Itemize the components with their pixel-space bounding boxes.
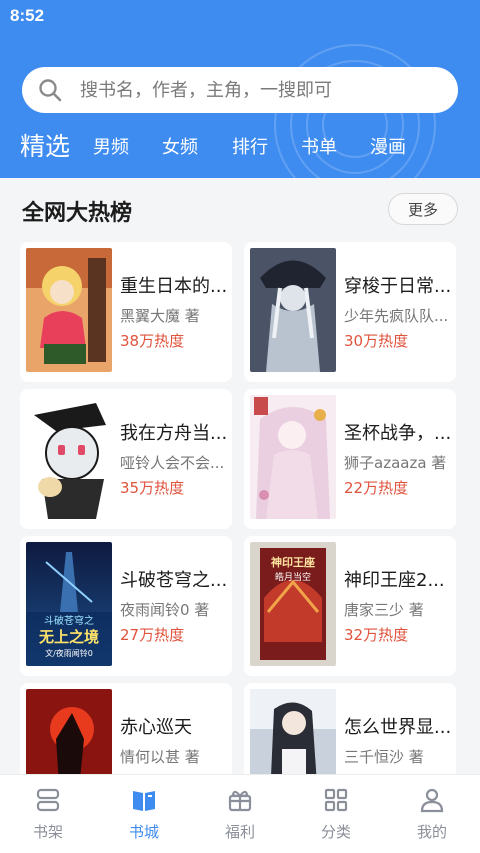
book-title: 斗破苍穹之... — [120, 570, 228, 591]
cover-text: 文/夜雨闻铃0 — [45, 648, 93, 658]
nav-bookshelf[interactable]: 书架 — [0, 775, 96, 853]
more-button[interactable]: 更多 — [388, 193, 458, 225]
book-heat: 22万热度 — [344, 479, 409, 497]
tab-ranking[interactable]: 排行 — [232, 133, 268, 159]
category-tabs: 精选 男频 女频 排行 书单 漫画 — [0, 125, 480, 169]
tab-comics[interactable]: 漫画 — [370, 133, 406, 159]
book-author: 哑铃人会不会... — [120, 454, 225, 472]
cover-text: 皓月当空 — [275, 571, 311, 583]
grid-icon — [324, 788, 348, 812]
book-cover — [250, 248, 336, 372]
book-cover — [26, 248, 112, 372]
book-title: 重生日本的... — [120, 276, 228, 297]
book-card[interactable]: 我在方舟当... 哑铃人会不会... 35万热度 — [20, 389, 232, 529]
book-card[interactable]: 斗破苍穹之 无上之境 文/夜雨闻铃0 斗破苍穹之... 夜雨闻铃0 著 27万热… — [20, 536, 232, 676]
book-author: 三千恒沙 著 — [344, 748, 424, 766]
book-cover — [26, 395, 112, 519]
bookshelf-icon — [36, 788, 60, 812]
book-title: 圣杯战争，... — [344, 423, 452, 444]
book-cover — [250, 395, 336, 519]
nav-bookstore[interactable]: 书城 — [96, 775, 192, 853]
book-card[interactable]: 神印王座 皓月当空 神印王座2... 唐家三少 著 32万热度 — [244, 536, 456, 676]
tab-female[interactable]: 女频 — [162, 133, 198, 159]
search-bar[interactable] — [22, 67, 458, 113]
search-icon — [39, 79, 62, 102]
book-heat: 32万热度 — [344, 626, 409, 644]
book-heat: 27万热度 — [120, 626, 185, 644]
book-heat: 38万热度 — [120, 332, 185, 350]
tab-featured[interactable]: 精选 — [20, 127, 70, 163]
book-heat: 30万热度 — [344, 332, 409, 350]
book-author: 少年先疯队队... — [344, 307, 449, 325]
cover-text: 神印王座 — [271, 555, 315, 569]
book-open-icon — [133, 791, 155, 811]
book-author: 狮子azaaza 著 — [344, 454, 447, 472]
book-author: 唐家三少 著 — [344, 601, 424, 619]
nav-label: 书架 — [32, 823, 63, 841]
tab-male[interactable]: 男频 — [93, 133, 129, 159]
book-title: 怎么世界显... — [344, 717, 452, 738]
book-title: 穿梭于日常... — [344, 276, 452, 297]
book-author: 情何以甚 著 — [120, 748, 200, 766]
book-title: 赤心巡天 — [120, 717, 192, 738]
header: 8:52 精选 男频 女频 排行 书单 漫画 — [0, 0, 480, 178]
section-title: 全网大热榜 — [22, 201, 133, 226]
status-time: 8:52 — [10, 6, 45, 25]
book-card[interactable]: 重生日本的... 黑翼大魔 著 38万热度 — [20, 242, 232, 382]
book-card[interactable]: 穿梭于日常... 少年先疯队队... 30万热度 — [244, 242, 456, 382]
gift-icon — [228, 790, 252, 812]
book-heat: 35万热度 — [120, 479, 185, 497]
nav-label: 分类 — [320, 823, 351, 841]
search-input[interactable] — [80, 67, 440, 113]
bottom-nav: 书架 书城 福利 分类 我的 — [0, 774, 480, 853]
user-icon — [420, 788, 444, 813]
cover-text: 斗破苍穹之 — [44, 614, 94, 627]
book-cover: 斗破苍穹之 无上之境 文/夜雨闻铃0 — [26, 542, 112, 666]
nav-label: 书城 — [128, 823, 159, 841]
book-title: 我在方舟当... — [120, 423, 228, 444]
cover-text: 无上之境 — [38, 628, 99, 646]
book-title: 神印王座2... — [344, 570, 445, 591]
nav-welfare[interactable]: 福利 — [192, 775, 288, 853]
nav-profile[interactable]: 我的 — [384, 775, 480, 853]
book-author: 夜雨闻铃0 著 — [120, 601, 210, 619]
nav-label: 我的 — [416, 823, 447, 841]
nav-label: 福利 — [224, 823, 255, 841]
book-cover: 神印王座 皓月当空 — [250, 542, 336, 666]
book-author: 黑翼大魔 著 — [120, 307, 200, 325]
tab-booklist[interactable]: 书单 — [301, 133, 337, 159]
book-card[interactable]: 圣杯战争，... 狮子azaaza 著 22万热度 — [244, 389, 456, 529]
nav-category[interactable]: 分类 — [288, 775, 384, 853]
